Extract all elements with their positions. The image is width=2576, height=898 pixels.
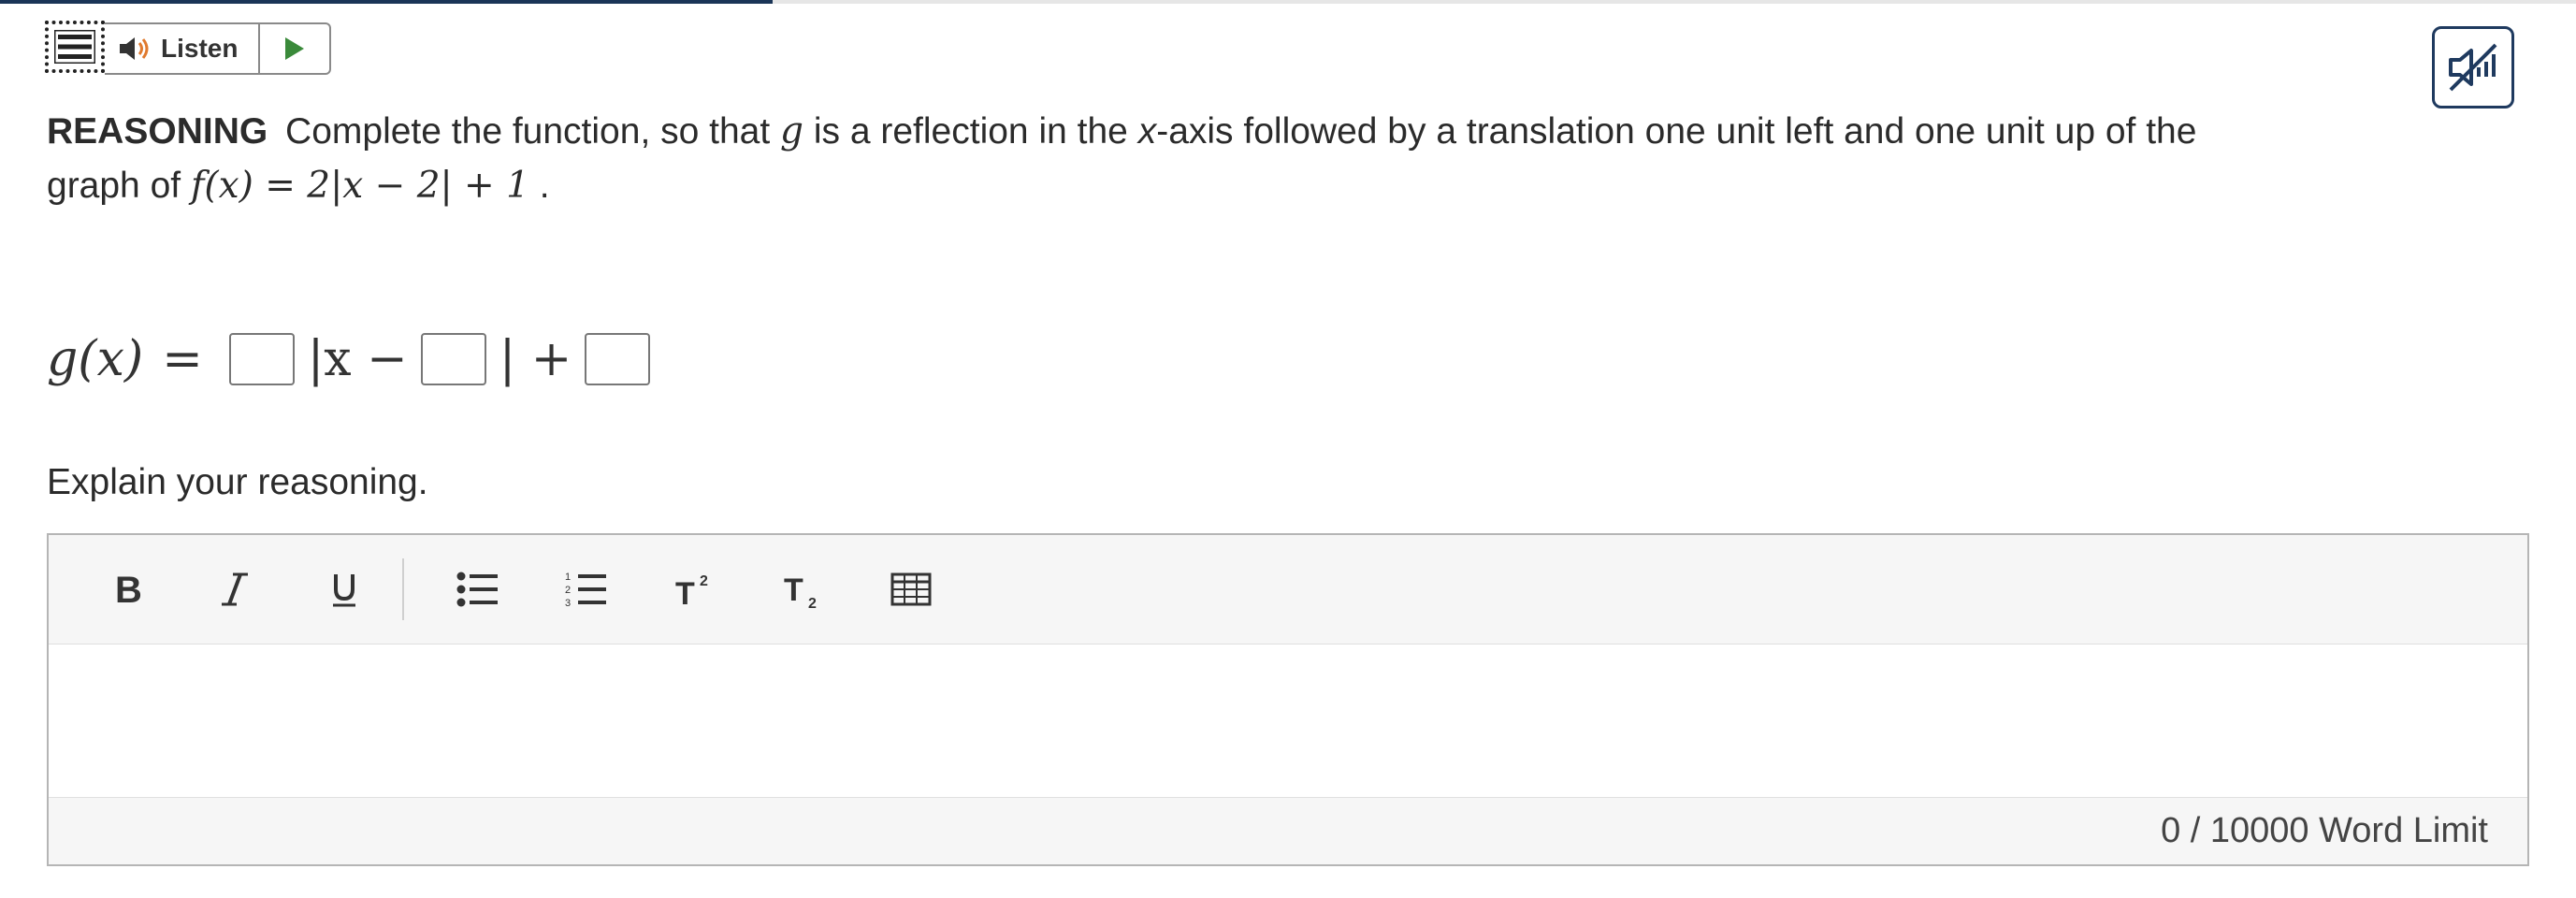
underline-icon [333, 574, 355, 607]
answer-blank-2[interactable] [420, 333, 486, 385]
listen-group: Listen [105, 22, 332, 75]
question-text-2a: graph of [47, 166, 181, 206]
numbered-list-icon: 1 2 3 [565, 572, 606, 608]
read-aloud-toolbar: Listen [45, 21, 332, 75]
volume-muted-icon [2449, 43, 2497, 92]
bold-icon: B [115, 571, 142, 608]
answer-equation: g(x) = |x − | + [47, 326, 663, 393]
italic-icon [222, 572, 248, 606]
explain-prompt: Explain your reasoning. [47, 462, 428, 502]
equation-abs-close: | + [499, 331, 572, 387]
play-button[interactable] [258, 24, 329, 73]
italic-button[interactable] [181, 557, 290, 622]
menu-button[interactable] [45, 21, 105, 73]
svg-text:2: 2 [565, 585, 571, 596]
progress-fill [0, 0, 774, 4]
var-g: g [780, 110, 803, 152]
toolbar-separator [402, 558, 404, 620]
svg-text:2: 2 [808, 596, 817, 608]
svg-text:3: 3 [565, 598, 571, 608]
f-expression: f(x) = 2|x − 2| + 1 [190, 165, 529, 207]
editor-toolbar: B 1 2 3 T 2 T 2 [49, 535, 2527, 645]
table-icon [890, 572, 932, 606]
answer-blank-3[interactable] [585, 333, 651, 385]
equation-equals: = [162, 331, 203, 387]
editor-text-area[interactable] [49, 645, 2527, 798]
progress-track [0, 0, 2576, 4]
listen-label: Listen [161, 34, 239, 63]
listen-button[interactable]: Listen [105, 24, 258, 73]
subscript-icon: T 2 [784, 572, 817, 608]
question-prompt: REASONING Complete the function, so that… [47, 105, 2366, 213]
question-text-1b: is a reflection in the [813, 111, 1128, 152]
rich-text-editor: B 1 2 3 T 2 T 2 0 / 10000 Word Limit [47, 533, 2529, 866]
insert-table-button[interactable] [857, 557, 965, 622]
svg-text:B: B [115, 571, 142, 608]
axis-var: x [1137, 111, 1157, 152]
play-icon [285, 37, 305, 60]
question-text-1a: Complete the function, so that [285, 111, 771, 152]
audio-toggle-button[interactable] [2432, 26, 2514, 109]
subscript-button[interactable]: T 2 [748, 557, 857, 622]
svg-text:1: 1 [565, 572, 571, 583]
superscript-icon: T 2 [675, 573, 708, 608]
answer-blank-1[interactable] [228, 333, 295, 385]
equation-abs-open: |x − [307, 331, 408, 387]
svg-text:T: T [675, 576, 695, 608]
question-text-2-end: . [539, 166, 550, 206]
bulleted-list-icon [456, 572, 498, 607]
equation-lhs: g(x) [47, 331, 144, 387]
question-label: REASONING [47, 111, 268, 152]
bulleted-list-button[interactable] [423, 557, 531, 622]
editor-footer: 0 / 10000 Word Limit [49, 797, 2527, 864]
svg-text:2: 2 [700, 573, 708, 589]
bold-button[interactable]: B [73, 557, 181, 622]
hamburger-menu-icon [54, 30, 95, 64]
numbered-list-button[interactable]: 1 2 3 [531, 557, 640, 622]
word-count: 0 / 10000 Word Limit [2161, 811, 2488, 850]
speaker-icon [120, 37, 149, 60]
svg-text:T: T [784, 572, 803, 608]
question-text-1c: -axis followed by a translation one unit… [1156, 111, 2197, 152]
underline-button[interactable] [290, 557, 398, 622]
superscript-button[interactable]: T 2 [640, 557, 748, 622]
